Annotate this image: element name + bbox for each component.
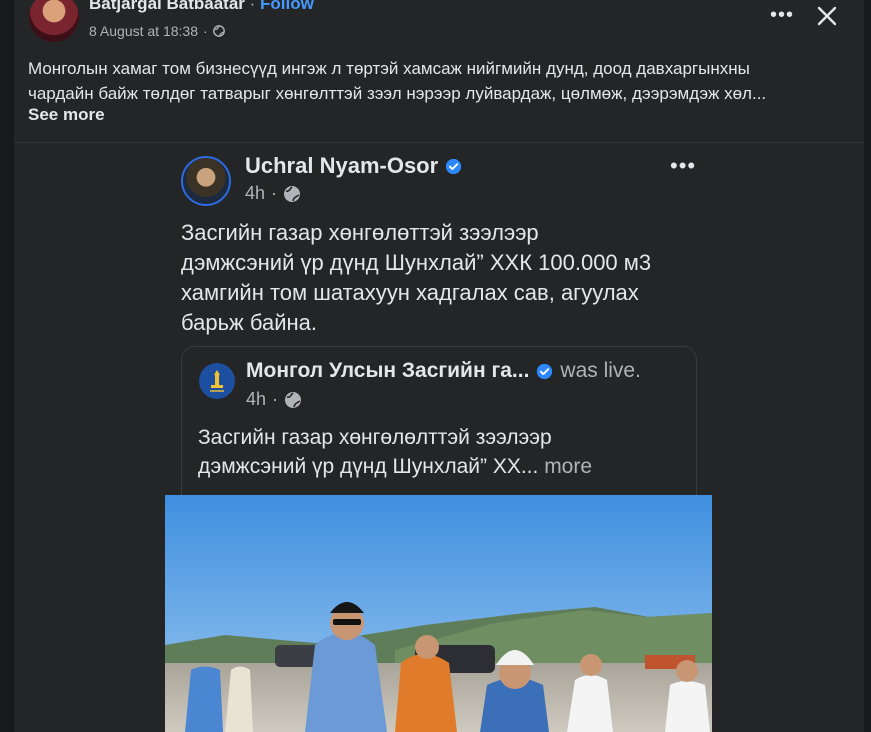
verified-badge-icon <box>446 158 462 174</box>
author-name[interactable]: Batjargal Batbaatar <box>89 0 245 13</box>
shared-screenshot-image[interactable]: Uchral Nyam-Osor 4h · ••• Засгийн газар … <box>165 143 712 732</box>
shared-author-header: Uchral Nyam-Osor <box>245 153 462 179</box>
shared-author-avatar <box>181 156 231 206</box>
shared-text-line: дэмжсэний үр дүнд Шунхлай” ХХК 100.000 м… <box>181 250 652 275</box>
shared-post-meta: 4h · <box>245 183 301 204</box>
separator: · <box>272 389 279 409</box>
embedded-post-time: 4h <box>246 389 267 409</box>
embedded-author-name: Монгол Улсын Засгийн га... <box>246 359 530 382</box>
embedded-post-meta: 4h · <box>246 389 302 410</box>
embedded-text-line: дэмжсэний үр дүнд Шунхлай” ХХ... more <box>198 452 592 481</box>
page-background-left <box>0 0 14 732</box>
post-text: Монголын хамаг том бизнесүүд ингэж л төр… <box>28 56 838 106</box>
post-header: Batjargal Batbaatar · Follow <box>89 0 314 14</box>
globe-icon <box>212 25 225 37</box>
shared-post-text: Засгийн газар хөнгөлөттэй зээлээр дэмжсэ… <box>181 218 701 338</box>
verified-badge-icon <box>537 363 553 379</box>
more-options-icon: ••• <box>670 153 697 178</box>
follow-button[interactable]: Follow <box>260 0 314 13</box>
more-link: more <box>544 455 593 478</box>
live-status: was live. <box>560 359 641 382</box>
embedded-author-header: Монгол Улсын Засгийн га... was live. <box>246 359 641 383</box>
separator: · <box>271 183 278 203</box>
shared-text-line: Засгийн газар хөнгөлөттэй зээлээр <box>181 220 539 245</box>
government-emblem-icon <box>199 363 235 399</box>
post-text-line: чардайн байж төлдөг татварыг хөнгөлттэй … <box>28 84 767 103</box>
see-more-link[interactable]: See more <box>28 105 105 125</box>
globe-icon <box>285 391 302 408</box>
post-timestamp[interactable]: 8 August at 18:38 <box>89 23 198 39</box>
separator: · <box>249 0 256 13</box>
post-text-line: Монголын хамаг том бизнесүүд ингэж л төр… <box>28 59 750 78</box>
globe-icon <box>284 185 301 202</box>
embedded-text-line: Засгийн газар хөнгөлөлттэй зээлээр <box>198 426 552 449</box>
close-icon[interactable] <box>815 4 839 28</box>
shared-author-name: Uchral Nyam-Osor <box>245 153 439 178</box>
post-meta: 8 August at 18:38 · <box>89 23 225 39</box>
shared-text-line: барьж байна. <box>181 310 317 335</box>
embedded-post-text: Засгийн газар хөнгөлөлттэй зээлээр дэмжс… <box>198 423 592 481</box>
separator: · <box>202 23 208 39</box>
more-options-icon[interactable]: ••• <box>769 2 795 28</box>
shared-text-line: хамгийн том шатахуун хадгалах сав, агуул… <box>181 280 639 305</box>
shared-post-time: 4h <box>245 183 266 203</box>
construction-site-photo <box>165 495 712 732</box>
embedded-text-truncated: дэмжсэний үр дүнд Шунхлай” ХХ... <box>198 455 539 478</box>
page-background-right <box>864 0 871 732</box>
